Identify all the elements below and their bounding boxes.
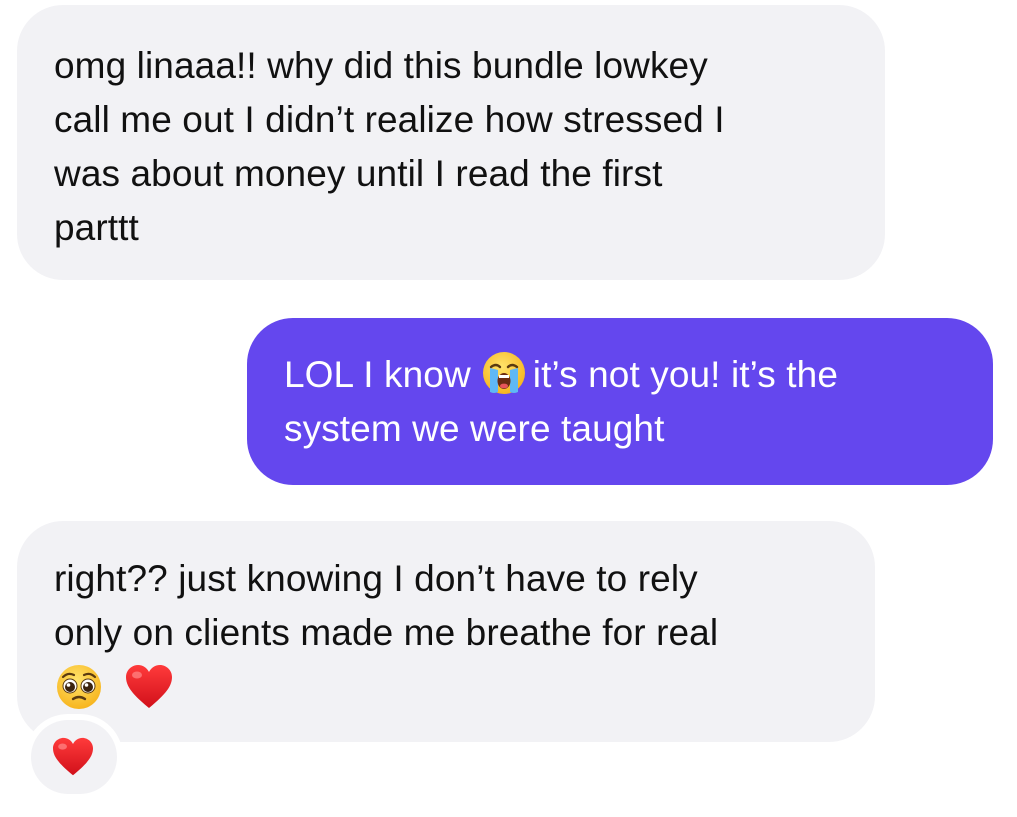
- message-text-line: parttt: [54, 207, 139, 248]
- pleading-face-icon: [54, 662, 104, 712]
- red-heart-icon: [51, 737, 95, 777]
- incoming-message-1[interactable]: omg linaaa!! why did this bundle lowkey …: [17, 5, 885, 280]
- message-text-segment: LOL I know: [284, 354, 471, 395]
- reaction-badge[interactable]: [31, 720, 117, 794]
- message-text-line: system we were taught: [284, 408, 665, 449]
- red-heart-icon: [124, 664, 174, 710]
- message-text-line: LOL I know it’s not you! it’s the: [284, 348, 965, 402]
- emoji-line: [54, 660, 845, 714]
- message-text-line: only on clients made me breathe for real: [54, 612, 719, 653]
- message-text-line: call me out I didn’t realize how stresse…: [54, 99, 725, 140]
- outgoing-message-1[interactable]: LOL I know it’s not you! it’s the system…: [247, 318, 993, 485]
- message-text-line: omg linaaa!! why did this bundle lowkey: [54, 45, 708, 86]
- message-text-line: right?? just knowing I don’t have to rel…: [54, 558, 698, 599]
- loudly-crying-face-icon: [481, 350, 527, 396]
- message-text-segment: it’s not you! it’s the: [532, 354, 839, 395]
- incoming-message-2[interactable]: right?? just knowing I don’t have to rel…: [17, 521, 875, 742]
- message-text-line: was about money until I read the first: [54, 153, 663, 194]
